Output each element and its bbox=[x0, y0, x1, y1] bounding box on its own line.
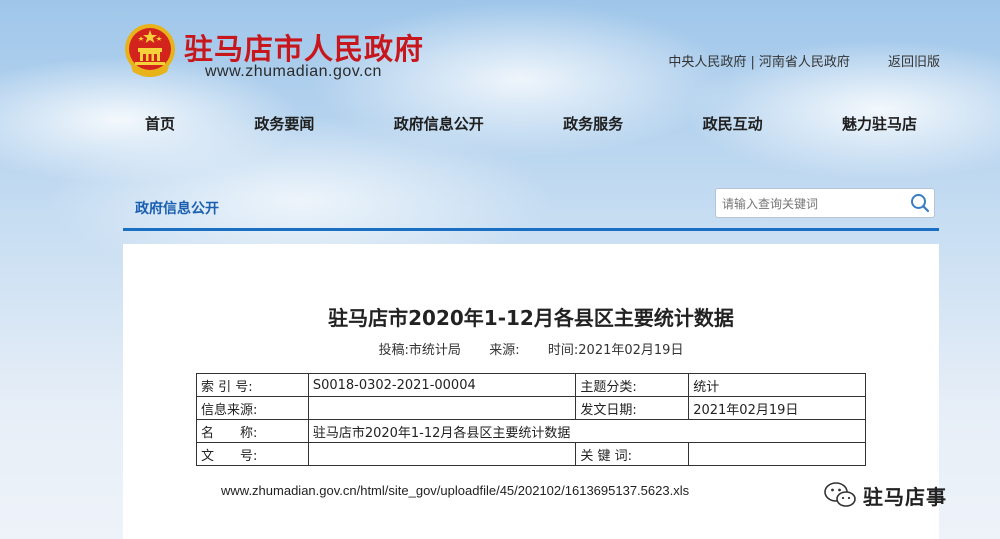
site-name: 驻马店市人民政府 bbox=[184, 32, 425, 66]
nav-item-home[interactable]: 首页 bbox=[123, 113, 197, 134]
header: 驻马店市人民政府 www.zhumadian.gov.cn 中央人民政府 | 河南省… bbox=[0, 0, 1000, 100]
document-info-table: 索 引 号: S0018-0302-2021-00004 主题分类: 统计 信息… bbox=[196, 373, 867, 466]
name-label: 名 称: bbox=[196, 419, 309, 443]
search-icon[interactable] bbox=[910, 193, 930, 213]
time-label: 时间: bbox=[547, 343, 579, 358]
search-box bbox=[715, 188, 935, 218]
back-old-version-link[interactable]: 返回旧版 bbox=[888, 55, 940, 70]
wechat-icon bbox=[824, 482, 856, 507]
doc-number-label: 文 号: bbox=[196, 442, 309, 466]
info-source-value bbox=[307, 396, 577, 420]
attachment-file-link[interactable]: www.zhumadian.gov.cn/html/site_gov/uploa… bbox=[221, 483, 689, 498]
keywords-label: 关 键 词: bbox=[575, 442, 690, 466]
document-title: 驻马店市2020年1-12月各县区主要统计数据 bbox=[328, 306, 734, 330]
table-row: 信息来源: 发文日期: 2021年02月19日 bbox=[196, 396, 866, 420]
site-url: www.zhumadian.gov.cn bbox=[205, 63, 382, 80]
link-separator: | bbox=[750, 55, 755, 70]
doc-number-value bbox=[307, 442, 577, 466]
document-meta: 投稿:市统计局 来源: 时间:2021年02月19日 bbox=[123, 339, 939, 358]
nav-item-news[interactable]: 政务要闻 bbox=[232, 113, 336, 134]
sub-header-bar: 政府信息公开 bbox=[123, 182, 939, 231]
table-row: 文 号: 关 键 词: bbox=[196, 442, 866, 466]
keywords-value bbox=[688, 442, 866, 466]
search-input[interactable] bbox=[720, 193, 904, 215]
index-value: S0018-0302-2021-00004 bbox=[307, 373, 577, 397]
nav-item-interaction[interactable]: 政民互动 bbox=[681, 113, 785, 134]
nav-item-charm[interactable]: 魅力驻马店 bbox=[820, 113, 939, 134]
nav-item-services[interactable]: 政务服务 bbox=[541, 113, 645, 134]
content-panel: 驻马店市2020年1-12月各县区主要统计数据 投稿:市统计局 来源: 时间:2… bbox=[123, 244, 939, 539]
info-source-label: 信息来源: bbox=[196, 396, 309, 420]
table-row: 名 称: 驻马店市2020年1-12月各县区主要统计数据 bbox=[196, 419, 867, 443]
index-label: 索 引 号: bbox=[196, 373, 309, 397]
issue-date-label: 发文日期: bbox=[575, 396, 690, 420]
author-value: 市统计局 bbox=[408, 343, 461, 358]
national-emblem-icon bbox=[125, 24, 175, 77]
topic-value: 统计 bbox=[688, 373, 866, 397]
provincial-gov-link[interactable]: 河南省人民政府 bbox=[759, 55, 850, 70]
breadcrumb[interactable]: 政府信息公开 bbox=[135, 198, 219, 218]
issue-date-value: 2021年02月19日 bbox=[688, 396, 866, 420]
topic-label: 主题分类: bbox=[575, 373, 690, 397]
author-label: 投稿: bbox=[378, 343, 409, 358]
time-value: 2021年02月19日 bbox=[578, 343, 684, 358]
main-nav: 首页 政务要闻 政府信息公开 政务服务 政民互动 魅力驻马店 bbox=[123, 108, 939, 138]
central-gov-link[interactable]: 中央人民政府 bbox=[668, 55, 746, 70]
watermark: 驻马店事 bbox=[823, 480, 947, 510]
watermark-text: 驻马店事 bbox=[863, 484, 947, 509]
source-label: 来源: bbox=[489, 343, 520, 358]
name-value: 驻马店市2020年1-12月各县区主要统计数据 bbox=[307, 419, 867, 443]
top-links: 中央人民政府 | 河南省人民政府 返回旧版 bbox=[668, 51, 940, 70]
table-row: 索 引 号: S0018-0302-2021-00004 主题分类: 统计 bbox=[196, 373, 866, 397]
nav-item-info-disclosure[interactable]: 政府信息公开 bbox=[372, 113, 506, 134]
